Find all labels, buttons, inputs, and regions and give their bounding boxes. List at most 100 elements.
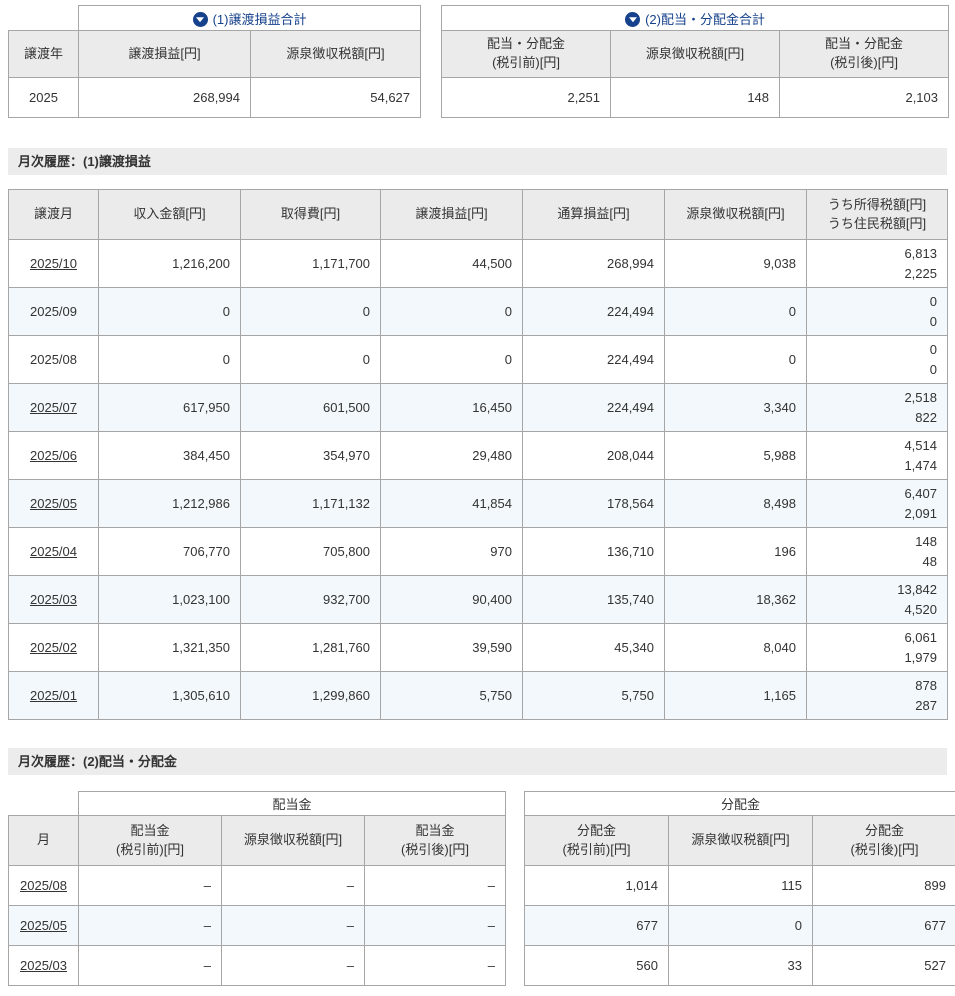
cost-cell: 1,281,760	[241, 624, 381, 672]
table-row: 677 0 677	[525, 906, 955, 946]
income-cell: 617,950	[99, 384, 241, 432]
table-row: 2025/09 0 0 0 224,494 0 00	[9, 288, 948, 336]
month-link[interactable]: 2025/05	[30, 496, 77, 511]
tax-breakdown-cell: 2,518822	[807, 384, 948, 432]
dividend-withholding-cell: –	[222, 866, 365, 906]
cumulative-cell: 224,494	[523, 336, 665, 384]
tax-breakdown-cell: 6,8132,225	[807, 240, 948, 288]
resident-tax-value: 1,979	[809, 648, 937, 668]
corner-spacer	[9, 6, 79, 31]
distribution-withholding-cell: 115	[669, 866, 813, 906]
dividend-withholding-cell: 148	[611, 78, 780, 118]
cost-cell: 0	[241, 336, 381, 384]
gain-cell: 44,500	[381, 240, 523, 288]
summary-dividend-title-row: (2)配当・分配金合計	[442, 6, 949, 31]
cumulative-cell: 178,564	[523, 480, 665, 528]
dividend-pretax-cell: –	[79, 946, 222, 986]
collapse-down-arrow-icon[interactable]	[625, 12, 640, 27]
column-header-pretax: 配当・分配金 (税引前)[円]	[442, 31, 611, 78]
dividend-posttax-cell: –	[365, 906, 506, 946]
table-row: 2025/05 1,212,986 1,171,132 41,854 178,5…	[9, 480, 948, 528]
cost-cell: 1,299,860	[241, 672, 381, 720]
cumulative-cell: 224,494	[523, 288, 665, 336]
month-link[interactable]: 2025/03	[20, 958, 67, 973]
month-link[interactable]: 2025/02	[30, 640, 77, 655]
month-link[interactable]: 2025/07	[30, 400, 77, 415]
column-header-withholding: 源泉徴収税額[円]	[251, 31, 421, 78]
month-link[interactable]: 2025/06	[30, 448, 77, 463]
summary-dividend-table: (2)配当・分配金合計 配当・分配金 (税引前)[円] 源泉徴収税額[円] 配当…	[441, 5, 949, 118]
dividend-section: 配当金 月 配当金 (税引前)[円] 源泉徴収税額[円] 配当金 (税引後)[円…	[8, 791, 947, 986]
dividend-table: 配当金 月 配当金 (税引前)[円] 源泉徴収税額[円] 配当金 (税引後)[円…	[8, 791, 506, 986]
month-link[interactable]: 2025/04	[30, 544, 77, 559]
table-row: 2025/08 0 0 0 224,494 0 00	[9, 336, 948, 384]
tax-breakdown-cell: 878287	[807, 672, 948, 720]
column-header-withholding: 源泉徴収税額[円]	[665, 190, 807, 240]
month-link[interactable]: 2025/05	[20, 918, 67, 933]
income-cell: 1,321,350	[99, 624, 241, 672]
table-row: 2025/07 617,950 601,500 16,450 224,494 3…	[9, 384, 948, 432]
tax-breakdown-cell: 14848	[807, 528, 948, 576]
column-header-withholding: 源泉徴収税額[円]	[222, 816, 365, 866]
summary-gain-header-row: 譲渡年 譲渡損益[円] 源泉徴収税額[円]	[9, 31, 421, 78]
month-cell: 2025/07	[9, 384, 99, 432]
cumulative-cell: 5,750	[523, 672, 665, 720]
distribution-posttax-cell: 677	[813, 906, 955, 946]
month-cell: 2025/08	[9, 866, 79, 906]
month-cell: 2025/08	[9, 336, 99, 384]
income-tax-value: 2,518	[809, 388, 937, 408]
page: (1)譲渡損益合計 譲渡年 譲渡損益[円] 源泉徴収税額[円] 2025 268…	[0, 0, 955, 996]
resident-tax-value: 2,091	[809, 504, 937, 524]
cost-cell: 354,970	[241, 432, 381, 480]
month-link[interactable]: 2025/08	[20, 878, 67, 893]
summary-gain-data-row: 2025 268,994 54,627	[9, 78, 421, 118]
distribution-withholding-cell: 0	[669, 906, 813, 946]
month-link[interactable]: 2025/01	[30, 688, 77, 703]
column-header-pretax: 配当金 (税引前)[円]	[79, 816, 222, 866]
collapse-down-arrow-icon[interactable]	[193, 12, 208, 27]
gain-cell: 29,480	[381, 432, 523, 480]
month-link[interactable]: 2025/03	[30, 592, 77, 607]
corner-spacer	[9, 792, 79, 816]
resident-tax-value: 822	[809, 408, 937, 428]
resident-tax-value: 287	[809, 696, 937, 716]
summary-dividend-title: (2)配当・分配金合計	[442, 6, 949, 31]
distribution-group-row: 分配金	[525, 792, 955, 816]
withholding-cell: 3,340	[665, 384, 807, 432]
gain-cell: 0	[381, 288, 523, 336]
gain-cell: 0	[381, 336, 523, 384]
month-cell: 2025/10	[9, 240, 99, 288]
income-cell: 1,212,986	[99, 480, 241, 528]
income-tax-value: 6,813	[809, 244, 937, 264]
cumulative-cell: 45,340	[523, 624, 665, 672]
column-header-year: 譲渡年	[9, 31, 79, 78]
income-cell: 1,216,200	[99, 240, 241, 288]
summary-dividend-data-row: 2,251 148 2,103	[442, 78, 949, 118]
resident-tax-value: 1,474	[809, 456, 937, 476]
table-row: 2025/08 – – –	[9, 866, 506, 906]
month-cell: 2025/05	[9, 480, 99, 528]
month-label: 2025/09	[30, 304, 77, 319]
column-header-cumulative: 通算損益[円]	[523, 190, 665, 240]
table-row: 2025/10 1,216,200 1,171,700 44,500 268,9…	[9, 240, 948, 288]
cost-cell: 932,700	[241, 576, 381, 624]
resident-tax-value: 0	[809, 312, 937, 332]
resident-tax-value: 4,520	[809, 600, 937, 620]
withholding-cell: 196	[665, 528, 807, 576]
dividend-posttax-cell: 2,103	[780, 78, 949, 118]
withholding-total-cell: 54,627	[251, 78, 421, 118]
tax-breakdown-cell: 00	[807, 336, 948, 384]
cumulative-cell: 135,740	[523, 576, 665, 624]
table-row: 2025/05 – – –	[9, 906, 506, 946]
table-row: 2025/03 1,023,100 932,700 90,400 135,740…	[9, 576, 948, 624]
year-cell: 2025	[9, 78, 79, 118]
cost-cell: 601,500	[241, 384, 381, 432]
income-cell: 706,770	[99, 528, 241, 576]
month-link[interactable]: 2025/10	[30, 256, 77, 271]
column-header-tax-breakdown: うち所得税額[円] うち住民税額[円]	[807, 190, 948, 240]
distribution-pretax-cell: 677	[525, 906, 669, 946]
dividend-pretax-cell: –	[79, 866, 222, 906]
distribution-table: 分配金 分配金 (税引前)[円] 源泉徴収税額[円] 分配金 (税引後)[円] …	[524, 791, 955, 986]
month-cell: 2025/03	[9, 576, 99, 624]
monthly-gain-table: 譲渡月 収入金額[円] 取得費[円] 譲渡損益[円] 通算損益[円] 源泉徴収税…	[8, 189, 948, 720]
